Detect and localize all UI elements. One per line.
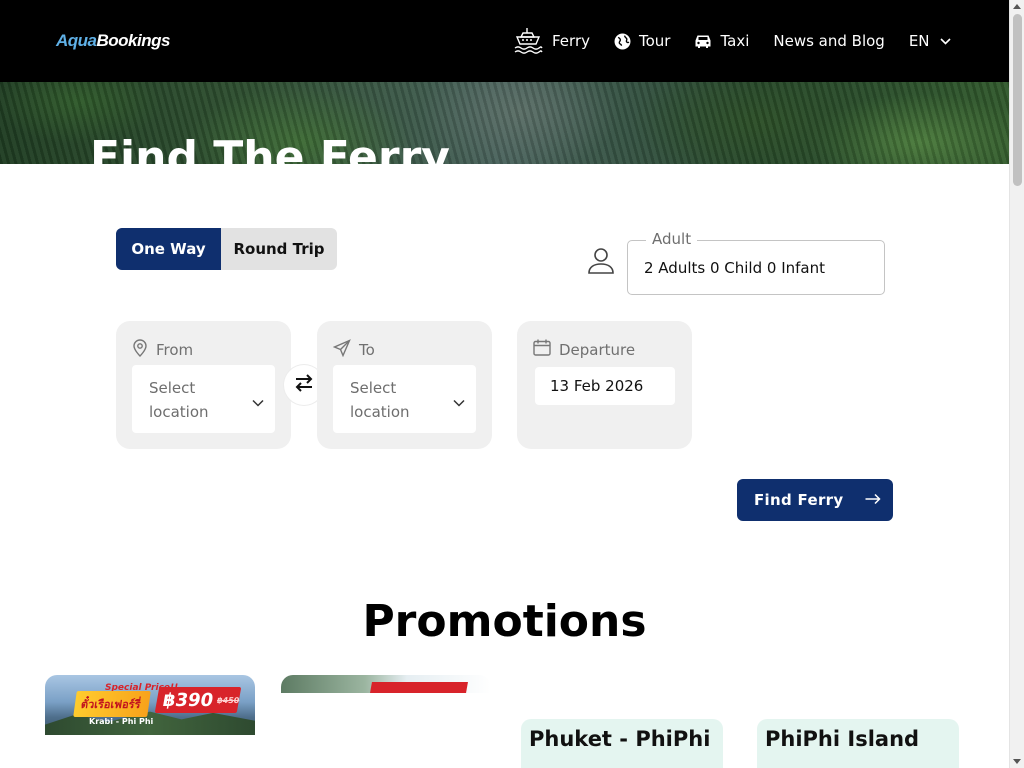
logo-part-aqua: Aqua	[56, 31, 97, 50]
ferry-icon	[512, 25, 544, 57]
hero-title: Find The Ferry	[90, 132, 450, 164]
to-select-placeholder: Select location	[350, 379, 410, 421]
main-nav: Ferry Tour Taxi News and Blog EN	[512, 24, 951, 58]
site-header: AquaBookings Ferry Tour Taxi News and Bl…	[0, 0, 1009, 82]
promo-price: ฿390	[161, 689, 215, 711]
page-scrollbar[interactable]	[1009, 0, 1024, 768]
scroll-thumb[interactable]	[1013, 14, 1022, 186]
from-select-placeholder: Select location	[149, 379, 209, 421]
from-label: From	[156, 341, 194, 359]
nav-taxi[interactable]: Taxi	[694, 32, 749, 50]
promo-banner-2-red-badge	[370, 682, 468, 693]
arrow-right-icon	[865, 491, 881, 509]
one-way-button[interactable]: One Way	[116, 228, 221, 270]
language-label: EN	[908, 32, 930, 50]
promo-card-title: Phuket - PhiPhi	[529, 727, 711, 751]
nav-news-blog-label: News and Blog	[773, 32, 885, 50]
promo-old-price: ฿450	[216, 695, 241, 705]
from-select[interactable]: Select location	[132, 365, 275, 433]
passenger-value: 2 Adults 0 Child 0 Infant	[644, 259, 825, 277]
nav-ferry[interactable]: Ferry	[512, 25, 590, 57]
promo-card-phuket-phiphi[interactable]: Phuket - PhiPhi	[521, 719, 723, 768]
scroll-down-arrow[interactable]	[1013, 759, 1021, 764]
hero-banner: Find The Ferry	[0, 82, 1009, 164]
departure-card: Departure 13 Feb 2026	[517, 321, 692, 449]
promo-banner-2[interactable]	[281, 675, 491, 693]
car-icon	[694, 34, 712, 49]
nav-taxi-label: Taxi	[720, 32, 750, 50]
promo-route: Krabi - Phi Phi	[89, 717, 154, 726]
chevron-down-icon	[453, 392, 465, 411]
scroll-up-arrow[interactable]	[1013, 4, 1021, 9]
departure-date-value: 13 Feb 2026	[550, 377, 644, 395]
person-icon	[586, 246, 616, 280]
globe-icon	[614, 33, 631, 50]
promo-headline: ตั๋วเรือเฟอร์รี่	[80, 698, 142, 711]
language-selector[interactable]: EN	[909, 32, 951, 50]
find-ferry-button[interactable]: Find Ferry	[737, 479, 893, 521]
promo-banner-krabi-phiphi[interactable]: Special Price!! ตั๋วเรือเฟอร์รี่ Krabi -…	[45, 675, 255, 735]
logo[interactable]: AquaBookings	[56, 31, 170, 51]
to-card: To Select location	[317, 321, 492, 449]
nav-tour-label: Tour	[638, 32, 671, 50]
to-select[interactable]: Select location	[333, 365, 476, 433]
logo-part-bookings: Bookings	[96, 31, 171, 50]
promo-price-badge: ฿390 ฿450	[154, 687, 242, 713]
to-label: To	[359, 341, 375, 359]
map-pin-icon	[132, 339, 148, 361]
round-trip-button[interactable]: Round Trip	[221, 228, 337, 270]
nav-ferry-label: Ferry	[552, 32, 590, 50]
trip-type-toggle: One Way Round Trip	[116, 228, 337, 270]
chevron-down-icon	[939, 37, 951, 45]
passenger-field[interactable]: Adult 2 Adults 0 Child 0 Infant	[627, 230, 885, 295]
passenger-label: Adult	[646, 230, 698, 248]
promo-card-title: PhiPhi Island	[765, 727, 920, 751]
nav-tour[interactable]: Tour	[614, 32, 670, 50]
from-header: From	[132, 339, 193, 361]
swap-icon	[294, 374, 314, 396]
departure-date-input[interactable]: 13 Feb 2026	[535, 367, 675, 405]
promo-headline-badge: ตั๋วเรือเฟอร์รี่	[73, 691, 151, 717]
departure-header: Departure	[533, 339, 635, 360]
promo-card-phiphi-island[interactable]: PhiPhi Island	[757, 719, 959, 768]
departure-label: Departure	[559, 340, 636, 359]
calendar-icon	[533, 339, 551, 360]
send-icon	[332, 339, 351, 361]
chevron-down-icon	[252, 392, 264, 411]
nav-news-blog[interactable]: News and Blog	[773, 32, 884, 50]
promotions-heading: Promotions	[362, 596, 647, 647]
find-ferry-label: Find Ferry	[754, 491, 844, 509]
from-card: From Select location	[116, 321, 291, 449]
to-header: To	[332, 339, 375, 361]
